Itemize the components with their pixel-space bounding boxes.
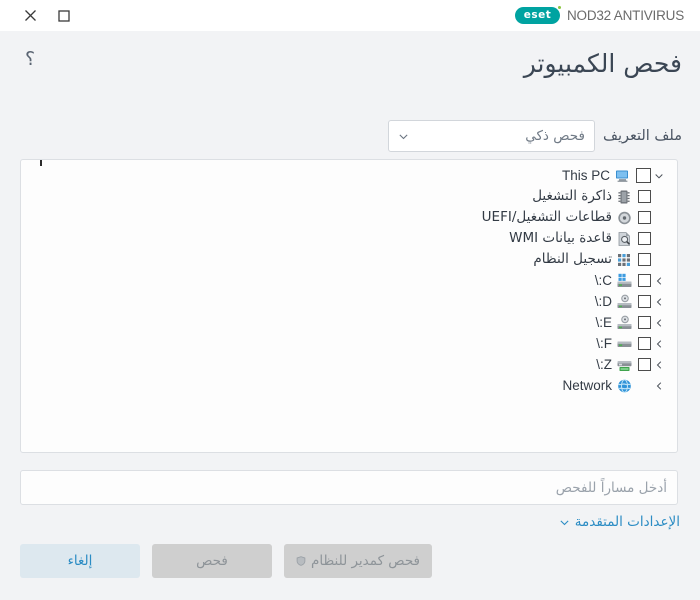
optical-drive-icon (616, 315, 633, 331)
tree-checkbox[interactable] (638, 253, 651, 266)
page-header: فحص الكمبيوتر (0, 31, 700, 103)
scan-button[interactable]: فحص (152, 544, 272, 578)
globe-icon (616, 378, 633, 394)
cancel-button[interactable]: إلغاء (20, 544, 140, 578)
help-icon[interactable]: ؟ (20, 48, 40, 70)
tree-checkbox[interactable] (638, 211, 651, 224)
chevron-left-icon[interactable] (651, 339, 667, 349)
memory-icon (616, 189, 633, 205)
disc-icon (616, 210, 633, 226)
tree-item-label: F:\ (596, 335, 612, 351)
tree-row[interactable]: قطاعات التشغيل/UEFI (21, 207, 669, 228)
tree-row[interactable]: F:\ (21, 333, 669, 354)
chevron-left-icon[interactable] (651, 360, 667, 370)
page-title: فحص الكمبيوتر (523, 49, 682, 78)
tree-checkbox[interactable] (638, 274, 651, 287)
profile-label: ملف التعريف (602, 128, 682, 144)
advanced-settings-label: الإعدادات المتقدمة (574, 514, 680, 530)
tree-row[interactable]: D:\ (21, 291, 669, 312)
tree-item-label: قاعدة بيانات WMI (509, 229, 612, 246)
chevron-left-icon (656, 276, 662, 285)
tree-item-label: D:\ (594, 293, 612, 309)
scan-as-admin-button[interactable]: فحص كمدير للنظام (284, 544, 432, 578)
product-name: NOD32 ANTIVIRUS (566, 8, 684, 23)
chevron-left-icon (656, 297, 662, 306)
scan-target-tree-panel[interactable]: This PC ذاكرة التشغيل قطاعات التشغيل/UEFI ق… (20, 159, 678, 453)
scan-path-placeholder: أدخل مساراً للفحص (555, 479, 667, 496)
tree-item-label: Z:\ (596, 356, 612, 372)
profile-row: ملف التعريف فحص ذكي (387, 120, 682, 152)
chevron-down-icon (655, 173, 663, 179)
tree-item-label: C:\ (594, 272, 612, 288)
computer-icon (614, 168, 631, 184)
tree-row[interactable]: Network (21, 375, 669, 396)
profile-select-value: فحص ذكي (525, 128, 585, 144)
shield-icon (296, 556, 306, 566)
tree-row[interactable]: C:\ (21, 270, 669, 291)
window-controls (0, 5, 76, 27)
optical-drive-icon (616, 294, 633, 310)
tree-row[interactable]: This PC (21, 165, 669, 186)
tree-row[interactable]: ذاكرة التشغيل (21, 186, 669, 207)
chevron-left-icon[interactable] (651, 297, 667, 307)
scan-target-tree: This PC ذاكرة التشغيل قطاعات التشغيل/UEFI ق… (21, 160, 677, 396)
tree-item-label: This PC (561, 167, 610, 183)
maximize-icon[interactable] (52, 5, 76, 27)
advanced-settings-link[interactable]: الإعدادات المتقدمة (559, 514, 680, 530)
windows-drive-icon (616, 273, 633, 289)
tree-checkbox[interactable] (638, 316, 651, 329)
tree-checkbox[interactable] (636, 168, 651, 183)
tree-item-label: ذاكرة التشغيل (532, 187, 612, 204)
close-icon[interactable] (18, 5, 42, 27)
wmi-icon (616, 231, 633, 247)
tree-item-label: E:\ (595, 314, 612, 330)
tree-checkbox[interactable] (638, 358, 651, 371)
drive-icon (616, 336, 633, 352)
chevron-left-icon (656, 339, 662, 348)
eset-logo-icon: eset (514, 6, 561, 24)
tree-checkbox[interactable] (638, 295, 651, 308)
chevron-down-icon[interactable] (651, 171, 667, 181)
tree-checkbox[interactable] (638, 337, 651, 350)
panel-tick-mark (40, 160, 42, 166)
tree-row[interactable]: تسجيل النظام (21, 249, 669, 270)
chevron-left-icon[interactable] (651, 318, 667, 328)
scan-as-admin-label: فحص كمدير للنظام (310, 553, 420, 569)
tree-item-label: قطاعات التشغيل/UEFI (481, 208, 612, 225)
chevron-left-icon[interactable] (651, 381, 667, 391)
tree-row[interactable]: قاعدة بيانات WMI (21, 228, 669, 249)
chevron-left-icon (656, 381, 662, 390)
tree-checkbox[interactable] (638, 190, 651, 203)
tree-item-label: تسجيل النظام (533, 250, 612, 267)
registry-icon (616, 252, 633, 268)
chevron-down-icon (399, 133, 408, 139)
network-drive-icon (616, 357, 633, 373)
chevron-left-icon (656, 360, 662, 369)
title-bar: eset NOD32 ANTIVIRUS (0, 0, 700, 31)
profile-select[interactable]: فحص ذكي (387, 120, 595, 152)
tree-checkbox[interactable] (638, 232, 651, 245)
chevron-left-icon[interactable] (651, 276, 667, 286)
chevron-down-icon (560, 519, 569, 525)
tree-row[interactable]: Z:\ (21, 354, 669, 375)
chevron-left-icon (656, 318, 662, 327)
scan-path-input[interactable]: أدخل مساراً للفحص (20, 470, 678, 505)
tree-row[interactable]: E:\ (21, 312, 669, 333)
tree-item-label: Network (562, 377, 612, 393)
brand-logo: eset NOD32 ANTIVIRUS (514, 6, 700, 24)
eset-logo-text: eset (523, 9, 552, 22)
button-row: إلغاء فحص فحص كمدير للنظام (20, 544, 432, 578)
